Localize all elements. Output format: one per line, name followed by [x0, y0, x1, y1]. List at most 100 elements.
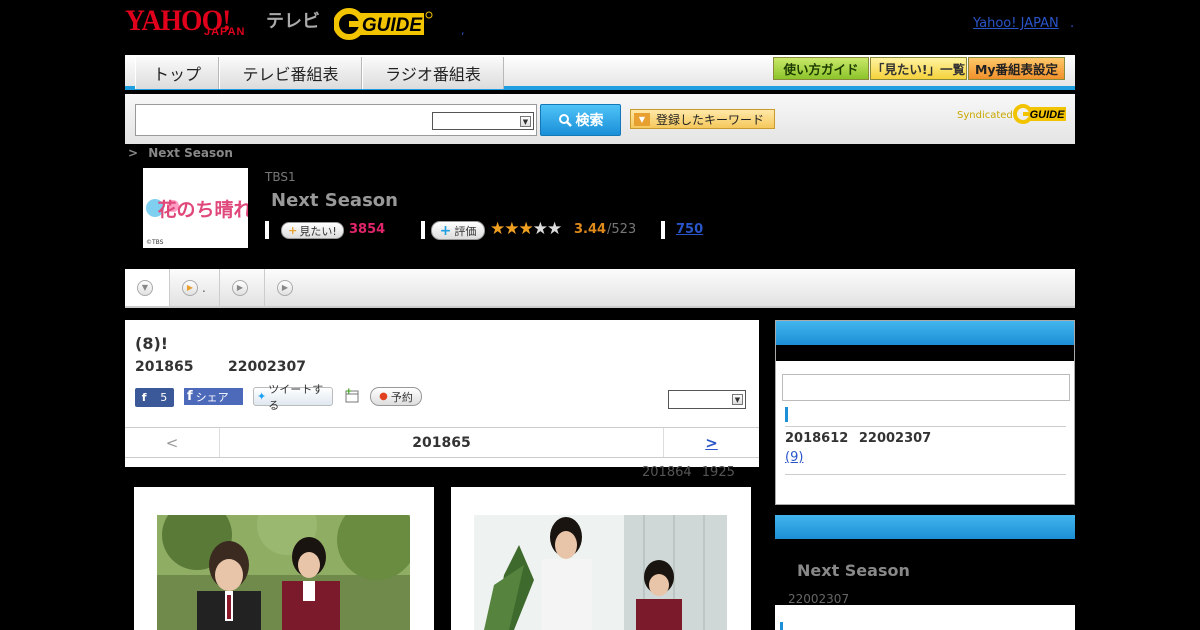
syndicated-label: Syndicated	[957, 110, 1013, 121]
record-icon: ●	[379, 391, 388, 402]
panel-header	[775, 515, 1075, 539]
tab-4[interactable]: ▶	[265, 269, 310, 306]
divider	[421, 221, 425, 239]
nav-tab-radio-schedule[interactable]: ラジオ番組表	[362, 57, 504, 89]
episode-title: (8)!	[135, 334, 169, 353]
tab-program-info[interactable]: ▼	[125, 269, 170, 306]
breadcrumb: > Next Season	[128, 146, 233, 160]
yahoo-japan-link[interactable]: Yahoo! JAPAN	[973, 16, 1059, 31]
nav-tab-tv-schedule[interactable]: テレビ番組表	[219, 57, 362, 89]
mitai-count: 3854	[349, 222, 386, 237]
breadcrumb-current: Next Season	[148, 146, 233, 160]
play-icon: ▶	[277, 279, 293, 296]
episode-panel: (8)! 201865 22002307 f 5 f シェア ✦ ツイートする …	[125, 320, 759, 467]
star-icon: ★	[504, 219, 519, 239]
rate-label: 評価	[454, 224, 477, 238]
tweet-button[interactable]: ✦ ツイートする	[253, 383, 333, 412]
search-bar: ▼ 検索 ▼ 登録したキーワード Syndicated GUIDE	[125, 94, 1075, 144]
episode-navigation-date: 201865	[412, 434, 471, 451]
add-calendar-icon[interactable]: +	[344, 387, 360, 403]
updated-date: 201864	[642, 465, 692, 480]
reserve-button[interactable]: ● 予約	[370, 387, 422, 406]
star-icon: ★	[518, 219, 534, 239]
episode-date: 201865	[135, 359, 194, 375]
program-title: Next Season	[271, 190, 398, 211]
comment-count-link[interactable]: 750	[676, 222, 703, 237]
next-broadcast-panel: 2018612 22002307 (9)	[775, 320, 1075, 505]
registered-keywords-label: 登録したキーワード	[656, 112, 765, 127]
facebook-share-label: シェア	[195, 390, 229, 404]
twitter-icon: ✦	[257, 390, 267, 403]
related-program-title[interactable]: Next Season	[797, 561, 910, 580]
header-dot: ,	[461, 24, 465, 37]
chevron-down-icon: ▼	[520, 116, 531, 127]
tab-3[interactable]: ▶	[220, 269, 265, 306]
svg-text:+: +	[345, 387, 353, 397]
program-thumbnail[interactable]: 花のち晴れ ©TBS	[143, 168, 253, 248]
section-marker	[780, 622, 783, 630]
next-episode-button[interactable]: >	[663, 428, 759, 457]
episode-time: 22002307	[228, 359, 306, 375]
star-rating: ★★★★★	[490, 219, 562, 239]
play-icon: ▶	[232, 279, 248, 296]
program-tabs: ▼ ▶ . ▶ ▶	[125, 269, 1075, 308]
plus-icon: +	[439, 222, 452, 239]
triangle-down-icon: ▼	[634, 112, 650, 126]
thumbnail-copyright: ©TBS	[146, 239, 164, 246]
plus-icon: +	[288, 224, 298, 237]
yahoo-japan-link-dot: .	[1070, 16, 1075, 31]
mitai-list-button[interactable]: 「見たい!」一覧	[870, 57, 967, 80]
next-broadcast-date: 2018612	[785, 431, 849, 446]
mitai-button[interactable]: + 見たい!	[281, 222, 344, 239]
facebook-share-button[interactable]: f シェア	[184, 388, 243, 405]
facebook-like-count: 5	[160, 391, 168, 404]
episode-navigation: < 201865 >	[125, 427, 759, 458]
svg-text:GUIDE: GUIDE	[1030, 109, 1066, 121]
tweet-label: ツイートする	[268, 382, 324, 412]
divider	[265, 221, 269, 239]
channel-name: TBS1	[265, 170, 296, 184]
divider	[785, 426, 1066, 427]
episode-select[interactable]: ▼	[668, 390, 746, 409]
next-broadcast-datetime: 2018612 22002307	[785, 431, 931, 446]
rating-count: /523	[607, 222, 637, 237]
tab-2-label: .	[202, 280, 206, 295]
tab-2[interactable]: ▶ .	[170, 269, 220, 306]
search-button[interactable]: 検索	[540, 104, 621, 136]
related-program-panel: Next Season 22002307	[775, 515, 1075, 630]
rating-value: 3.44	[574, 222, 607, 237]
facebook-like-button[interactable]: f 5	[135, 388, 174, 407]
gguide-logo[interactable]: GUIDE	[333, 8, 434, 40]
play-icon: ▶	[182, 279, 198, 296]
registered-keywords-button[interactable]: ▼ 登録したキーワード	[630, 109, 775, 129]
divider	[785, 474, 1066, 475]
chevron-down-icon: ▼	[137, 279, 153, 296]
svg-text:GUIDE: GUIDE	[362, 15, 424, 36]
thumbnail-title: 花のち晴れ	[157, 198, 248, 221]
related-program-time: 22002307	[788, 592, 850, 606]
mitai-label: 見たい!	[299, 224, 337, 238]
reserve-label: 予約	[390, 390, 413, 404]
photo-card[interactable]	[134, 487, 434, 630]
next-episode-link[interactable]: (9)	[785, 450, 803, 465]
search-category-select[interactable]: ▼	[432, 112, 534, 130]
facebook-icon: f	[187, 389, 193, 404]
photo-card[interactable]	[451, 487, 751, 630]
nav-tab-top[interactable]: トップ	[135, 57, 219, 89]
star-icon: ★	[547, 219, 562, 239]
search-button-label: 検索	[575, 113, 604, 129]
rate-button[interactable]: + 評価	[431, 221, 485, 240]
panel-subheader	[776, 345, 1074, 361]
usage-guide-button[interactable]: 使い方ガイド	[773, 57, 869, 80]
global-nav: トップ テレビ番組表 ラジオ番組表 使い方ガイド 「見たい!」一覧 My番組表設…	[125, 55, 1075, 90]
section-marker	[785, 407, 788, 422]
gguide-small-logo: GUIDE	[1013, 102, 1068, 126]
panel-input[interactable]	[782, 374, 1070, 401]
my-schedule-settings-button[interactable]: My番組表設定	[968, 57, 1065, 80]
star-icon: ★	[490, 219, 505, 239]
panel-header	[776, 321, 1074, 345]
previous-episode-button[interactable]: <	[125, 428, 220, 457]
episode-photo	[157, 515, 410, 630]
yahoo-japan-logo-text: JAPAN	[204, 26, 246, 38]
divider	[661, 221, 665, 239]
